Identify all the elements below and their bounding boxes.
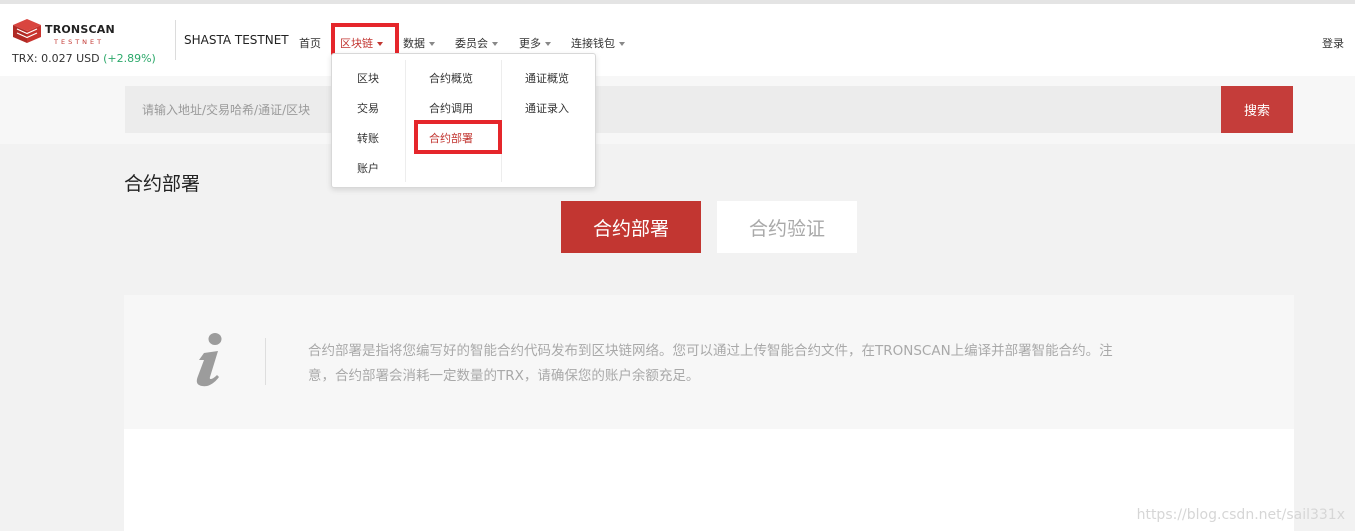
info-divider — [265, 338, 266, 385]
nav-wallet-label: 连接钱包 — [571, 37, 615, 50]
trx-price-value: TRX: 0.027 USD — [12, 52, 100, 65]
annotation-highlight-contract-deploy — [414, 120, 502, 154]
content-area: 合约部署是指将您编写好的智能合约代码发布到区块链网络。您可以通过上传智能合约文件… — [124, 295, 1294, 531]
nav-home[interactable]: 首页 — [299, 35, 321, 51]
caret-down-icon — [492, 42, 498, 46]
nav-data[interactable]: 数据 — [403, 35, 435, 51]
network-label[interactable]: SHASTA TESTNET — [184, 33, 289, 47]
page-title: 合约部署 — [124, 173, 201, 195]
brand-name: TRONSCAN — [45, 23, 115, 36]
search-input[interactable] — [125, 86, 1221, 133]
menu-item-blocks[interactable]: 区块 — [357, 70, 379, 86]
header-divider — [175, 20, 176, 60]
nav-more-label: 更多 — [519, 37, 541, 50]
nav-committee[interactable]: 委员会 — [455, 35, 498, 51]
caret-down-icon — [545, 42, 551, 46]
menu-item-transactions[interactable]: 交易 — [357, 100, 379, 116]
nav-data-label: 数据 — [403, 37, 425, 50]
menu-item-contract-overview[interactable]: 合约概览 — [429, 70, 473, 86]
nav-committee-label: 委员会 — [455, 37, 488, 50]
menu-item-contract-call[interactable]: 合约调用 — [429, 100, 473, 116]
menu-item-token-entry[interactable]: 通证录入 — [525, 100, 569, 116]
trx-price: TRX: 0.027 USD (+2.89%) — [12, 52, 156, 65]
info-text-line-1: 合约部署是指将您编写好的智能合约代码发布到区块链网络。您可以通过上传智能合约文件… — [308, 343, 1113, 359]
nav-more[interactable]: 更多 — [519, 35, 551, 51]
info-text-line-2: 意，合约部署会消耗一定数量的TRX，请确保您的账户余额充足。 — [308, 368, 700, 384]
tab-contract-deploy[interactable]: 合约部署 — [561, 201, 701, 253]
dropdown-column-1: 区块 交易 转账 账户 — [332, 60, 406, 182]
caret-down-icon — [619, 42, 625, 46]
menu-item-accounts[interactable]: 账户 — [357, 160, 379, 176]
dropdown-column-3: 通证概览 通证录入 — [502, 60, 597, 182]
login-link[interactable]: 登录 — [1322, 35, 1344, 51]
trx-price-change: (+2.89%) — [103, 52, 156, 65]
brand-logo[interactable]: TRONSCAN TESTNET — [12, 18, 122, 52]
header: TRONSCAN TESTNET TRX: 0.027 USD (+2.89%)… — [0, 4, 1355, 76]
nav-wallet[interactable]: 连接钱包 — [571, 35, 625, 51]
info-i-icon — [196, 333, 222, 387]
menu-item-transfers[interactable]: 转账 — [357, 130, 379, 146]
tab-contract-verify[interactable]: 合约验证 — [717, 201, 857, 253]
info-panel: 合约部署是指将您编写好的智能合约代码发布到区块链网络。您可以通过上传智能合约文件… — [124, 295, 1294, 429]
info-text: 合约部署是指将您编写好的智能合约代码发布到区块链网络。您可以通过上传智能合约文件… — [308, 339, 1273, 389]
menu-item-token-overview[interactable]: 通证概览 — [525, 70, 569, 86]
caret-down-icon — [429, 42, 435, 46]
watermark: https://blog.csdn.net/sail331x — [1136, 507, 1345, 523]
search-button[interactable]: 搜索 — [1221, 86, 1293, 133]
brand-subtitle: TESTNET — [54, 38, 105, 46]
search-band: 搜索 — [0, 76, 1355, 144]
tron-cube-icon — [13, 19, 41, 43]
